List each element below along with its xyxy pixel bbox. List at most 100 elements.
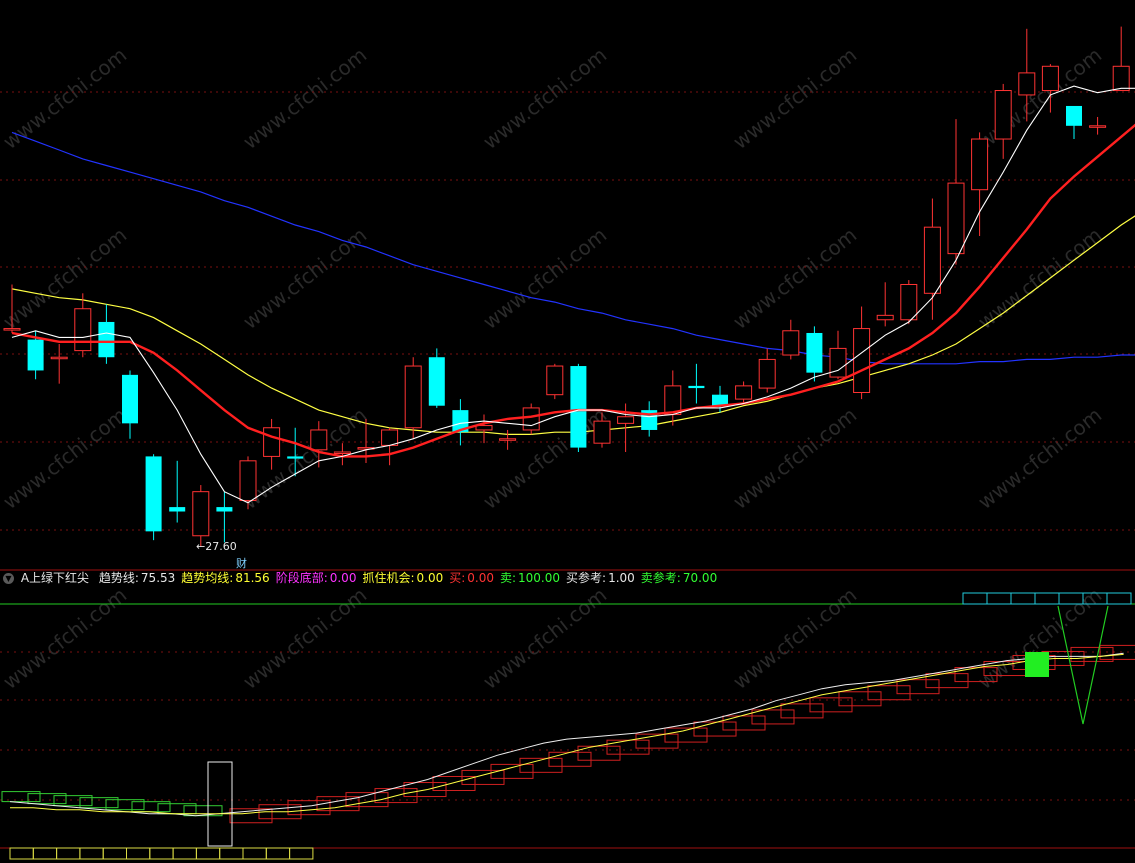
legend-value: 70.00 <box>682 571 718 585</box>
signal-box-bottom <box>172 847 197 860</box>
candle-body <box>994 90 1012 140</box>
trend-box <box>780 703 824 719</box>
candle-body <box>333 451 351 454</box>
buy-tower <box>207 761 233 847</box>
grid-lines <box>0 91 1135 849</box>
candle <box>1089 116 1107 135</box>
watermark-text: www.cfchi.com <box>728 403 861 514</box>
legend-label: 抓住机会: <box>362 571 415 585</box>
signal-box-bottom <box>102 847 127 860</box>
candle <box>263 418 281 470</box>
legend-label: 卖参考: <box>640 571 681 585</box>
trend-box <box>751 709 795 725</box>
candle-body <box>50 356 68 360</box>
legend-label: 买: <box>449 571 466 585</box>
candle <box>758 348 776 393</box>
candle <box>923 198 941 320</box>
candle-body <box>806 332 823 373</box>
candle-body <box>829 347 847 378</box>
watermark-text: www.cfchi.com <box>728 583 861 694</box>
watermark-text: www.cfchi.com <box>728 43 861 154</box>
candle-body <box>404 365 422 429</box>
stock-chart[interactable]: www.cfchi.com www.cfchi.com www.cfchi.com w… <box>0 0 1135 863</box>
legend-value: 0.00 <box>416 571 444 585</box>
candle-body <box>74 308 92 352</box>
legend-item: 阶段底部: 0.00 <box>276 571 357 585</box>
watermark-text: www.cfchi.com <box>238 43 371 154</box>
watermark-text: www.cfchi.com <box>0 403 131 514</box>
legend-label: 阶段底部: <box>275 571 328 585</box>
candle-body <box>923 226 941 294</box>
indicator-name: A上绿下红尖 <box>20 571 90 585</box>
legend-item: 卖: 100.00 <box>500 571 560 585</box>
candle-body <box>169 507 186 512</box>
trend-box <box>548 751 592 767</box>
legend-value: 100.00 <box>518 571 561 585</box>
candle <box>641 401 658 437</box>
trend-box-green <box>105 799 145 811</box>
candle-body <box>310 429 328 451</box>
trend-line <box>9 652 1124 817</box>
legend-value: 75.53 <box>140 571 176 585</box>
watermark-text: www.cfchi.com <box>973 43 1106 154</box>
candle <box>1112 26 1130 92</box>
candle <box>782 319 800 360</box>
trend-box-green <box>27 793 67 805</box>
candle-body <box>122 374 138 424</box>
candle-body <box>381 429 399 446</box>
watermark-text: www.cfchi.com <box>973 223 1106 334</box>
legend-value: 0.00 <box>329 571 357 585</box>
candle-body <box>688 385 705 389</box>
candle-body <box>287 456 304 459</box>
trend-box <box>722 715 766 731</box>
legend-value: 81.56 <box>235 571 270 585</box>
signal-box-bottom <box>289 847 314 860</box>
signal-box-top <box>1034 592 1060 605</box>
trend-box <box>693 721 737 737</box>
candle <box>122 370 138 439</box>
watermark-text: www.cfchi.com <box>478 43 611 154</box>
trend-box <box>606 739 650 755</box>
signal-box-top <box>1106 592 1132 605</box>
collapse-toggle-icon[interactable]: ▼ <box>3 573 14 584</box>
candle-body <box>428 357 445 406</box>
candle-body <box>758 358 776 389</box>
signal-box-bottom <box>195 847 221 860</box>
candle <box>475 414 493 444</box>
watermark-text: www.cfchi.com <box>0 583 131 694</box>
watermark-text: www.cfchi.com <box>0 43 131 154</box>
legend-label: 趋势均线: <box>181 571 234 585</box>
signal-box-bottom <box>265 847 291 860</box>
candle <box>994 83 1012 159</box>
candle-body <box>3 328 21 331</box>
candle <box>900 280 918 325</box>
legend-item: 趋势均线: 81.56 <box>181 571 269 585</box>
watermark-text: www.cfchi.com <box>478 403 611 514</box>
legend-label: 卖: <box>499 571 517 585</box>
trend-box-green <box>53 795 93 807</box>
candle <box>192 485 210 547</box>
candle-body <box>570 366 587 448</box>
candle-body <box>593 420 611 444</box>
candle-body <box>947 182 965 255</box>
candle-body <box>1066 105 1082 126</box>
candle <box>404 357 422 439</box>
candle-body <box>1089 125 1107 128</box>
candle <box>428 348 445 408</box>
indicator-legend: ▼ A上绿下红尖 趋势线: 75.53 趋势均线: 81.56 阶段底部: 0.00 抓住机… <box>0 569 1135 587</box>
low-price-annotation: ←27.60 <box>196 540 237 553</box>
legend-item: 抓住机会: 0.00 <box>362 571 443 585</box>
legend-item: 买: 0.00 <box>449 571 494 585</box>
candle-body <box>617 416 635 424</box>
trend-box <box>461 769 505 785</box>
candle <box>499 429 517 450</box>
sell-marker <box>1025 652 1049 677</box>
signal-box-bottom <box>9 847 34 860</box>
signal-box-bottom <box>219 847 244 860</box>
legend-item: 买参考: 1.00 <box>566 571 635 585</box>
trend-avg-line <box>10 653 1124 815</box>
signal-box-bottom <box>79 847 104 860</box>
candle <box>145 454 162 541</box>
candle-body <box>27 339 44 371</box>
trend-box <box>896 679 940 695</box>
